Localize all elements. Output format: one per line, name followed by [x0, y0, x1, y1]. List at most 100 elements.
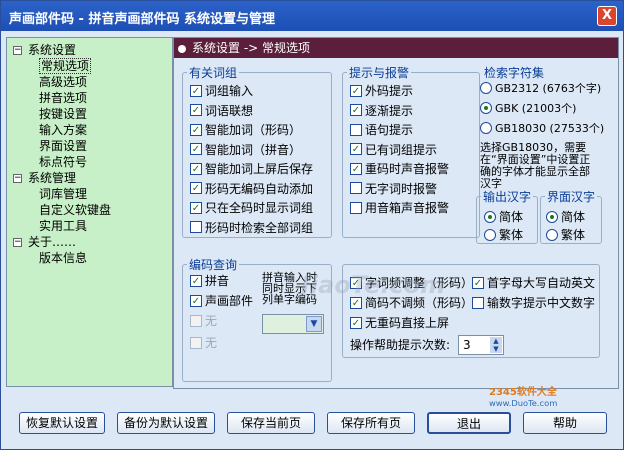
- tree-item[interactable]: 拼音选项: [13, 90, 172, 106]
- radio-empty-icon: [546, 228, 558, 241]
- alert-checkbox[interactable]: 无字词时报警: [350, 180, 437, 198]
- phrase-checkbox[interactable]: ✓ 词语联想: [190, 102, 253, 120]
- output-simplified-radio[interactable]: 简体: [484, 208, 523, 226]
- checkbox-empty-icon: [472, 296, 484, 309]
- group-phrase-title: 有关词组: [189, 66, 238, 80]
- tree-item[interactable]: 版本信息: [13, 250, 172, 266]
- settings-panel: 系统设置 -> 常规选项 有关词组 ✓ 词组输入 ✓ 词语联想 ✓ 智能加词（形码） ✓ 智能…: [173, 37, 619, 389]
- tree-item[interactable]: 词库管理: [13, 186, 172, 202]
- check-icon: ✓: [350, 143, 362, 155]
- check-icon: ✓: [190, 274, 202, 287]
- close-button[interactable]: X: [597, 6, 617, 26]
- ui-traditional-radio[interactable]: 繁体: [546, 226, 585, 244]
- code-select[interactable]: ▼: [262, 314, 324, 334]
- radio-empty-icon: [480, 82, 492, 94]
- tree-item[interactable]: − 关于……: [13, 234, 172, 250]
- tree-item[interactable]: 标点符号: [13, 154, 172, 170]
- alert-checkbox[interactable]: ✓ 重码时声音报警: [350, 160, 449, 178]
- check-icon: ✓: [190, 84, 202, 97]
- radio-selected-icon: [546, 210, 558, 223]
- tree-item[interactable]: 常规选项: [13, 58, 172, 74]
- tree-item[interactable]: 输入方案: [13, 122, 172, 138]
- phrase-checkbox[interactable]: ✓ 智能加词（形码）: [190, 121, 301, 139]
- charset-radio[interactable]: GB2312 (6763个字): [480, 80, 601, 98]
- phrase-checkbox[interactable]: ✓ 词组输入: [190, 82, 253, 100]
- phrase-checkbox[interactable]: ✓ 形码无编码自动添加: [190, 180, 313, 198]
- misc-option-checkbox[interactable]: ✓ 无重码直接上屏: [350, 314, 449, 332]
- tree-item[interactable]: − 系统管理: [13, 170, 172, 186]
- check-icon: ✓: [350, 316, 362, 329]
- panel-header-text: 系统设置 -> 常规选项: [192, 41, 311, 55]
- checkbox-empty-icon: [350, 182, 362, 194]
- output-traditional-radio[interactable]: 繁体: [484, 226, 523, 244]
- tree-item[interactable]: 高级选项: [13, 74, 172, 90]
- phrase-checkbox[interactable]: ✓ 智能加词（拼音）: [190, 141, 301, 159]
- chevron-down-icon[interactable]: ▼: [306, 316, 322, 332]
- client-area: − 系统设置 常规选项 高级选项 拼音选项 按键设置 输入方案 界面设置 标点符号 − 系统管理 词库…: [1, 31, 623, 449]
- title-bar: 声画部件码 - 拼音声画部件码 系统设置与管理 X: [1, 1, 623, 31]
- site-logo: 2345软件大全 www.DuoTe.com: [489, 387, 558, 408]
- check-icon: ✓: [190, 104, 202, 116]
- group-code-query-title: 编码查询: [189, 258, 238, 272]
- group-output-title: 输出汉字: [483, 190, 532, 204]
- check-icon: ✓: [350, 84, 362, 97]
- check-icon: ✓: [190, 162, 202, 175]
- save-current-button[interactable]: 保存当前页: [227, 412, 315, 434]
- alert-checkbox[interactable]: ✓ 外码提示: [350, 82, 413, 100]
- charset-note: 选择GB18030，需要在“界面设置”中设置正确的字体才能显示全部汉字: [480, 141, 591, 190]
- collapse-icon[interactable]: −: [13, 174, 22, 183]
- collapse-icon[interactable]: −: [13, 238, 22, 247]
- check-icon: ✓: [190, 182, 202, 194]
- collapse-icon[interactable]: −: [13, 46, 22, 55]
- check-icon: ✓: [472, 276, 484, 289]
- help-count-spinner[interactable]: 3 ▲ ▼: [458, 335, 504, 355]
- checkbox-disabled-icon: [190, 314, 202, 327]
- group-charset-title: 检索字符集: [484, 66, 545, 80]
- save-all-button[interactable]: 保存所有页: [327, 412, 415, 434]
- alert-checkbox[interactable]: 语句提示: [350, 121, 413, 139]
- spinner-arrows-icon[interactable]: ▲ ▼: [490, 337, 502, 353]
- window-title: 声画部件码 - 拼音声画部件码 系统设置与管理: [9, 12, 275, 27]
- tree-item[interactable]: 界面设置: [13, 138, 172, 154]
- charset-radio[interactable]: GB18030 (27533个): [480, 120, 604, 138]
- checkbox-disabled-icon: [190, 336, 202, 349]
- checkbox-empty-icon: [350, 123, 362, 136]
- check-icon: ✓: [190, 123, 202, 136]
- checkbox-empty-icon: [190, 221, 202, 233]
- phrase-checkbox[interactable]: ✓ 只在全码时显示词组: [190, 199, 313, 217]
- exit-button[interactable]: 退出: [427, 412, 511, 434]
- radio-selected-icon: [484, 210, 496, 223]
- phrase-checkbox[interactable]: 形码时检索全部词组: [190, 219, 313, 237]
- watermark: JiaoTe.com: [301, 271, 446, 299]
- checkbox-empty-icon: [350, 201, 362, 214]
- tree-item[interactable]: − 系统设置: [13, 42, 172, 58]
- bullet-icon: [178, 44, 186, 53]
- none-checkbox-2: 无: [190, 334, 217, 352]
- settings-tree[interactable]: − 系统设置 常规选项 高级选项 拼音选项 按键设置 输入方案 界面设置 标点符号 − 系统管理 词库…: [6, 37, 173, 387]
- radio-empty-icon: [484, 228, 496, 241]
- help-button[interactable]: 帮助: [523, 412, 607, 434]
- charset-radio[interactable]: GBK (21003个): [480, 100, 576, 118]
- ui-simplified-radio[interactable]: 简体: [546, 208, 585, 226]
- check-icon: ✓: [190, 294, 202, 307]
- misc-option-checkbox[interactable]: ✓ 首字母大写自动英文: [472, 274, 595, 292]
- group-ui-lang-title: 界面汉字: [547, 190, 596, 204]
- backup-default-button[interactable]: 备份为默认设置: [117, 412, 215, 434]
- check-icon: ✓: [190, 201, 202, 214]
- alert-checkbox[interactable]: 用音箱声音报警: [350, 199, 449, 217]
- check-icon: ✓: [190, 143, 202, 155]
- misc-option-checkbox[interactable]: 输数字提示中文数字: [472, 294, 595, 312]
- none-checkbox-1: 无: [190, 312, 217, 330]
- check-icon: ✓: [350, 104, 362, 116]
- radio-selected-icon: [480, 102, 492, 114]
- pinyin-checkbox[interactable]: ✓ 拼音: [190, 272, 229, 290]
- shenghua-checkbox[interactable]: ✓ 声画部件: [190, 292, 253, 310]
- tree-item[interactable]: 按键设置: [13, 106, 172, 122]
- tree-item[interactable]: 实用工具: [13, 218, 172, 234]
- settings-window: 声画部件码 - 拼音声画部件码 系统设置与管理 X − 系统设置 常规选项 高级选项拼…: [0, 0, 624, 450]
- phrase-checkbox[interactable]: ✓ 智能加词上屏后保存: [190, 160, 313, 178]
- tree-item[interactable]: 自定义软键盘: [13, 202, 172, 218]
- alert-checkbox[interactable]: ✓ 逐渐提示: [350, 102, 413, 120]
- restore-default-button[interactable]: 恢复默认设置: [19, 412, 105, 434]
- alert-checkbox[interactable]: ✓ 已有词组提示: [350, 141, 437, 159]
